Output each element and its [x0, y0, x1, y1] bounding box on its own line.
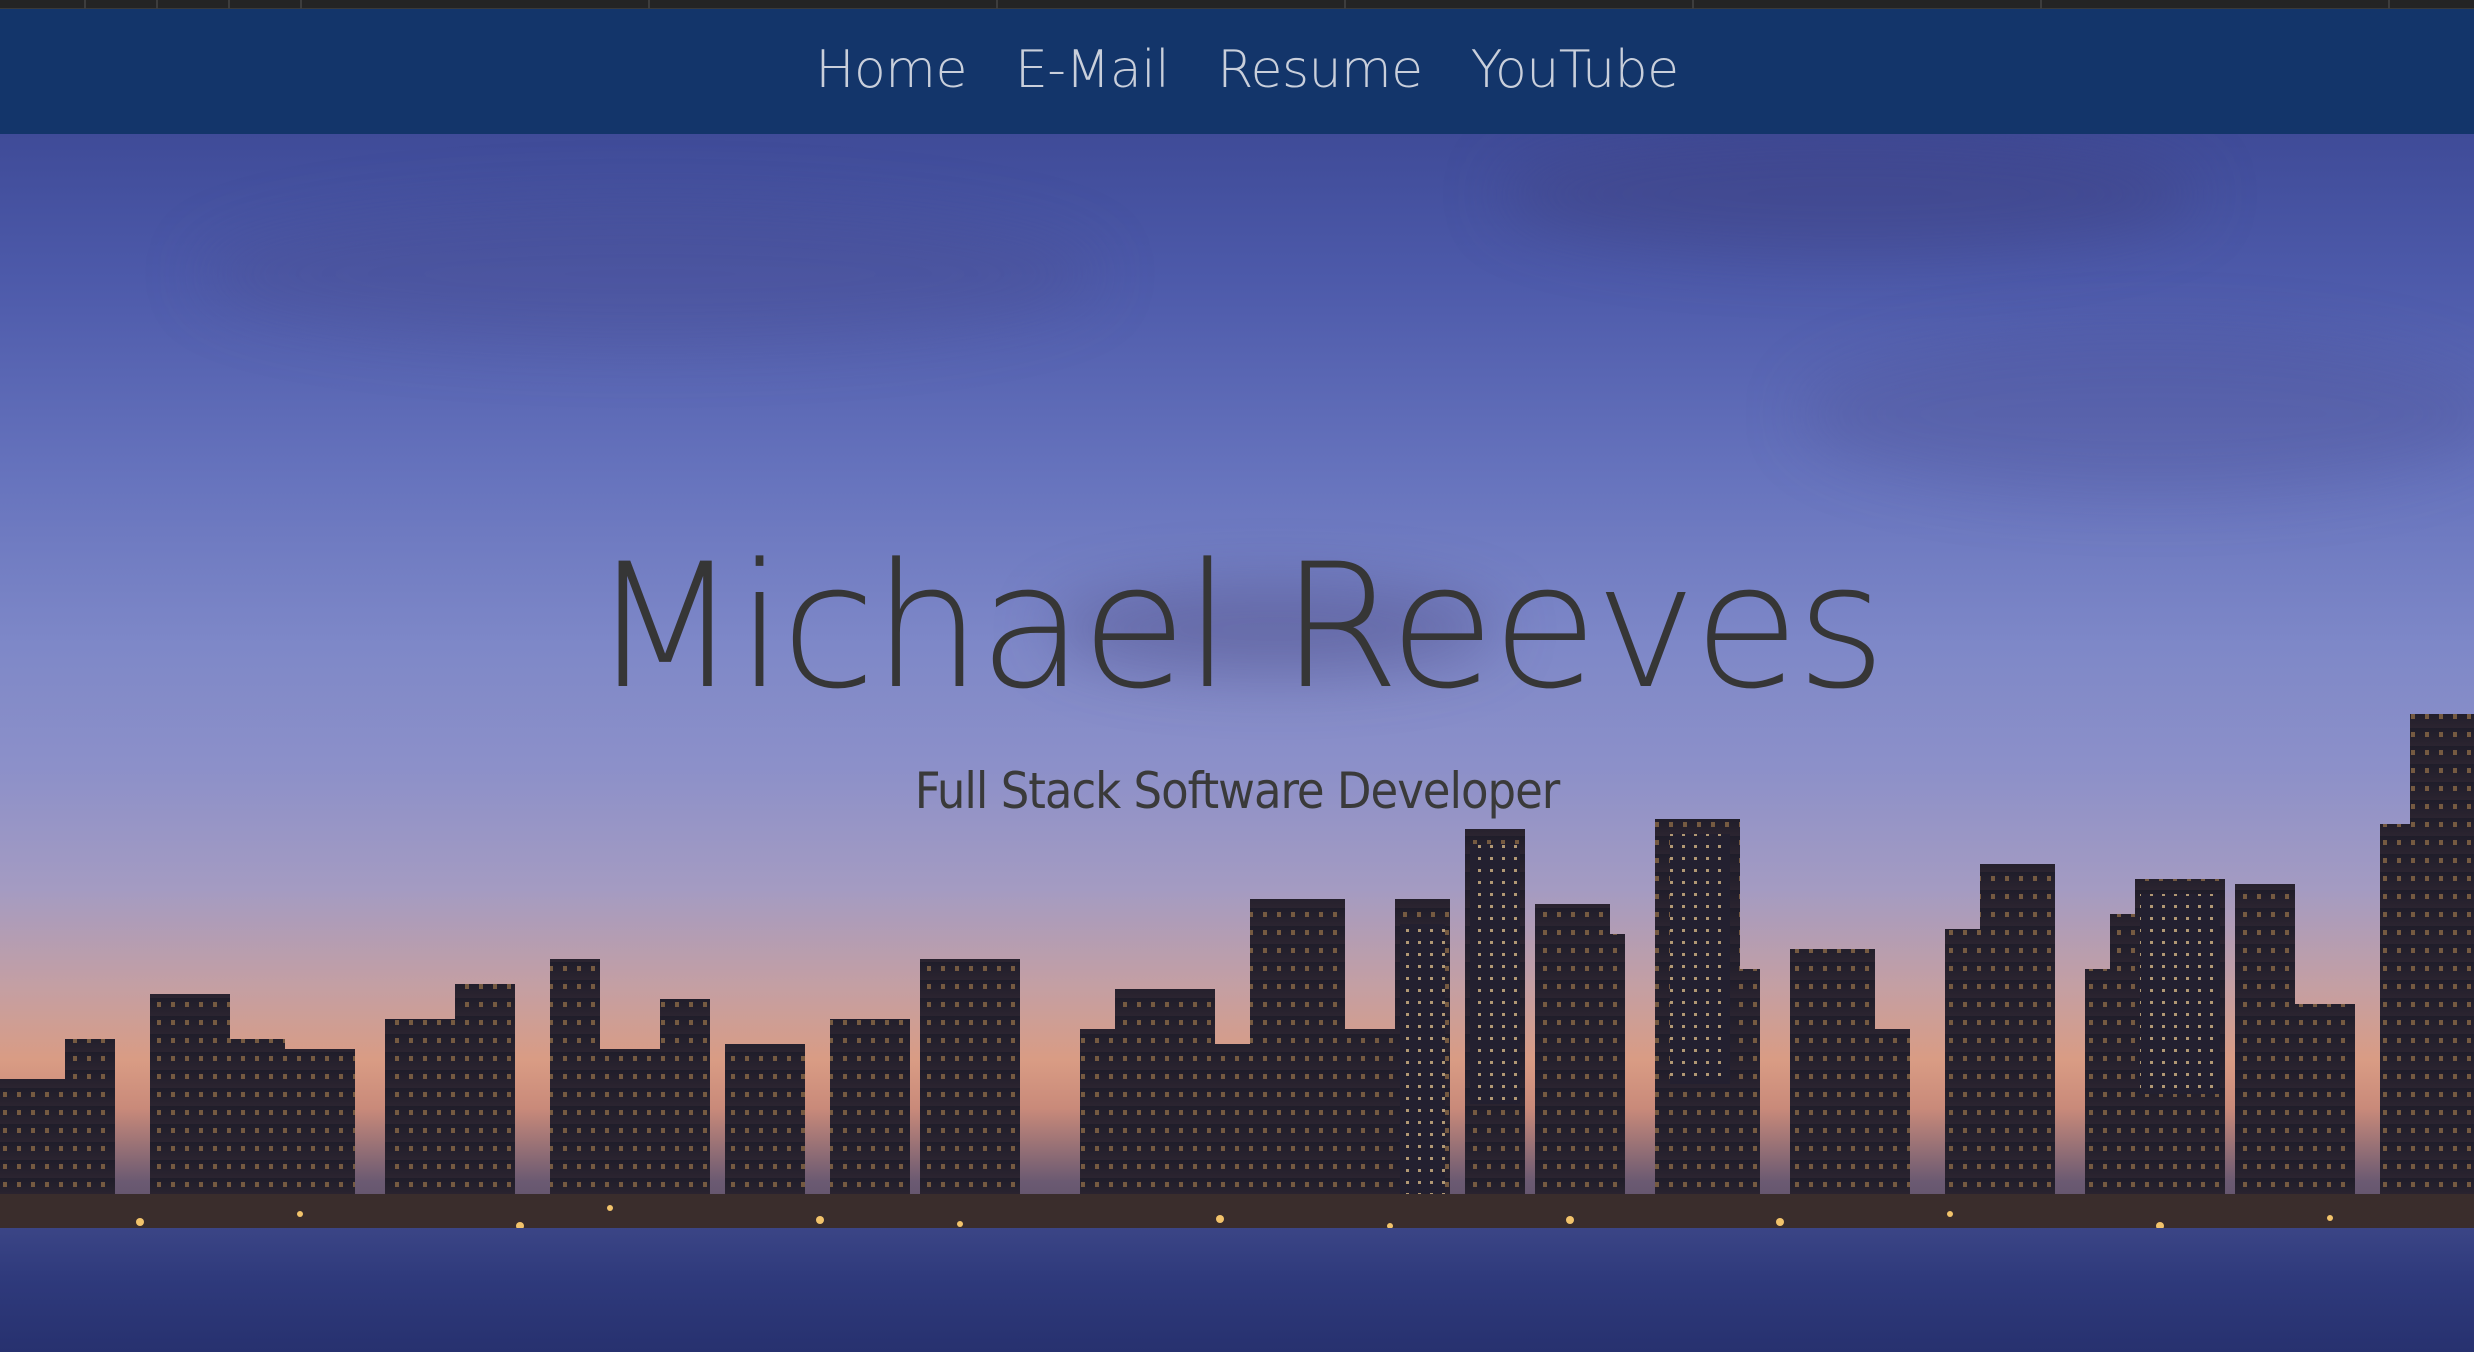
- top-navbar: Home E-Mail Resume YouTube: [0, 9, 2474, 134]
- nav-link-home[interactable]: Home: [815, 40, 967, 100]
- hero-section: Michael Reeves Full Stack Software Devel…: [0, 134, 2474, 1352]
- city-skyline-image: [0, 714, 2474, 1234]
- nav-link-youtube[interactable]: YouTube: [1471, 40, 1679, 100]
- nav-list: Home E-Mail Resume YouTube: [815, 40, 1679, 100]
- nav-link-email[interactable]: E-Mail: [1015, 40, 1170, 100]
- browser-tab-strip: [0, 0, 2474, 9]
- hero-name-heading: Michael Reeves: [590, 526, 1886, 727]
- nav-link-resume[interactable]: Resume: [1217, 40, 1423, 100]
- hero-tagline: Full Stack Software Developer: [914, 762, 1561, 820]
- water-reflection: [0, 1228, 2474, 1352]
